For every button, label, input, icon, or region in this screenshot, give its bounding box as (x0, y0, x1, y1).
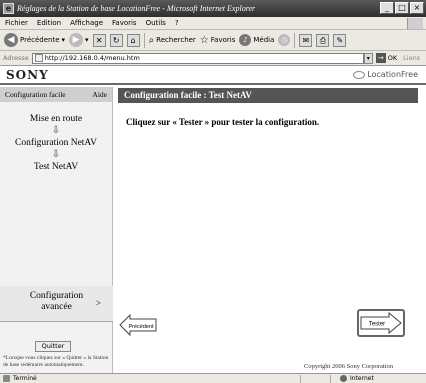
step-list: Mise en route ⇩ Configuration NetAV ⇩ Te… (0, 113, 112, 173)
down-arrow-icon: ⇩ (51, 125, 61, 136)
links-button[interactable]: Liens (403, 54, 420, 62)
search-label: Rechercher (156, 36, 196, 44)
stop-icon: ✕ (92, 33, 106, 47)
sidebar: Configuration facile Aide Mise en route … (0, 87, 113, 373)
media-label: Média (253, 36, 275, 44)
history-icon: ◷ (278, 34, 291, 46)
sidebar-header: Configuration facile Aide (0, 87, 112, 102)
menu-edition[interactable]: Edition (37, 19, 61, 27)
toolbar: ◀ Précédente ▾ ▶ ▾ ✕ ↻ ⌂ ⌕ Rechercher ☆ … (0, 30, 426, 51)
search-button[interactable]: ⌕ Rechercher (149, 35, 196, 46)
quit-button[interactable]: Quitter (35, 341, 71, 352)
refresh-icon: ↻ (109, 33, 123, 47)
right-arrow-icon: Tester (360, 311, 402, 335)
page-icon (34, 54, 43, 62)
go-button[interactable]: → OK (375, 53, 398, 63)
window-title: Réglages de la Station de base LocationF… (17, 4, 256, 13)
test-label: Tester (369, 322, 385, 328)
step-item: Mise en route (29, 114, 83, 124)
down-arrow-icon: ⇩ (51, 149, 61, 160)
chevron-down-icon: ▾ (85, 36, 89, 44)
media-icon: ♪ (239, 34, 252, 46)
status-bar: Terminé Internet (0, 373, 426, 383)
menubar: Fichier Edition Affichage Favoris Outils… (0, 17, 426, 30)
locationfree-icon (353, 70, 366, 79)
refresh-button[interactable]: ↻ (109, 33, 123, 47)
brand-header: SONY LocationFree (0, 66, 426, 85)
mail-icon: ✉ (299, 33, 313, 47)
menu-affichage[interactable]: Affichage (70, 19, 103, 27)
print-icon: ⎙ (316, 33, 330, 47)
menu-favoris[interactable]: Favoris (112, 19, 137, 27)
advanced-config-link[interactable]: Configuration avancée > (0, 286, 113, 322)
sidebar-heading: Configuration facile (5, 90, 66, 99)
address-input[interactable]: http://192.168.0.4/menu.htm (31, 52, 364, 64)
previous-button[interactable]: Précédent (119, 314, 157, 336)
address-url: http://192.168.0.4/menu.htm (44, 54, 140, 62)
stop-button[interactable]: ✕ (92, 33, 106, 47)
window-titlebar: e Réglages de la Station de base Locatio… (0, 0, 426, 17)
media-button[interactable]: ♪ Média (239, 34, 274, 46)
toolbar-divider (143, 32, 145, 48)
sony-logo: SONY (6, 68, 49, 82)
ie-icon: e (3, 3, 14, 14)
back-button[interactable]: ◀ Précédente ▾ (4, 33, 65, 47)
star-icon: ☆ (199, 34, 209, 46)
page-status-icon (3, 375, 10, 382)
locationfree-text: LocationFree (367, 70, 418, 79)
windows-flag-icon (407, 18, 423, 29)
mail-button[interactable]: ✉ (299, 33, 313, 47)
history-button[interactable]: ◷ (278, 34, 291, 46)
main-panel: Configuration facile : Test NetAV Clique… (114, 87, 426, 373)
favorites-label: Favoris (210, 36, 236, 44)
address-bar: Adresse http://192.168.0.4/menu.htm ▾ → … (0, 51, 426, 66)
status-divider (330, 375, 331, 383)
advanced-config-label: Configuration avancée (29, 291, 84, 312)
toolbar-divider (294, 32, 296, 48)
step-item: Configuration NetAV (15, 138, 97, 148)
maximize-button[interactable]: □ (395, 2, 409, 14)
zone-text: Internet (350, 375, 374, 382)
forward-button[interactable]: ▶ ▾ (69, 33, 89, 47)
page-content: SONY LocationFree Configuration facile A… (0, 66, 426, 373)
menu-help[interactable]: ? (175, 19, 179, 27)
favorites-button[interactable]: ☆ Favoris (200, 35, 236, 46)
minimize-button[interactable]: _ (380, 2, 394, 14)
back-arrow-icon: ◀ (4, 33, 18, 47)
step-item-current: Test NetAV (33, 162, 79, 172)
locationfree-logo: LocationFree (353, 70, 418, 79)
go-label: OK (387, 54, 398, 62)
quit-note: *Lorsque vous cliquez sur « Quitter » la… (3, 355, 109, 368)
previous-label: Précédent (128, 324, 154, 330)
back-label: Précédente (20, 36, 60, 44)
instruction-text: Cliquez sur « Tester » pour tester la co… (126, 117, 320, 127)
menu-fichier[interactable]: Fichier (5, 19, 28, 27)
search-icon: ⌕ (148, 34, 155, 46)
menu-outils[interactable]: Outils (146, 19, 166, 27)
address-label: Adresse (3, 54, 29, 62)
status-divider (300, 375, 301, 383)
page-title: Configuration facile : Test NetAV (118, 88, 418, 103)
address-dropdown-button[interactable]: ▾ (363, 52, 373, 64)
chevron-down-icon: ▾ (61, 36, 66, 44)
help-link[interactable]: Aide (92, 90, 107, 99)
copyright: Copyright 2006 Sony Corporation (304, 363, 394, 370)
close-button[interactable]: × (410, 2, 424, 14)
edit-button[interactable]: ✎ (333, 33, 347, 47)
forward-arrow-icon: ▶ (69, 33, 84, 47)
print-button[interactable]: ⎙ (316, 33, 330, 47)
status-text: Terminé (13, 375, 37, 382)
chevron-right-icon: > (95, 298, 101, 308)
edit-icon: ✎ (333, 33, 347, 47)
go-arrow-icon: → (375, 53, 386, 63)
home-button[interactable]: ⌂ (126, 33, 140, 47)
home-icon: ⌂ (126, 33, 140, 47)
test-button[interactable]: Tester (357, 309, 405, 337)
globe-icon (340, 375, 347, 382)
